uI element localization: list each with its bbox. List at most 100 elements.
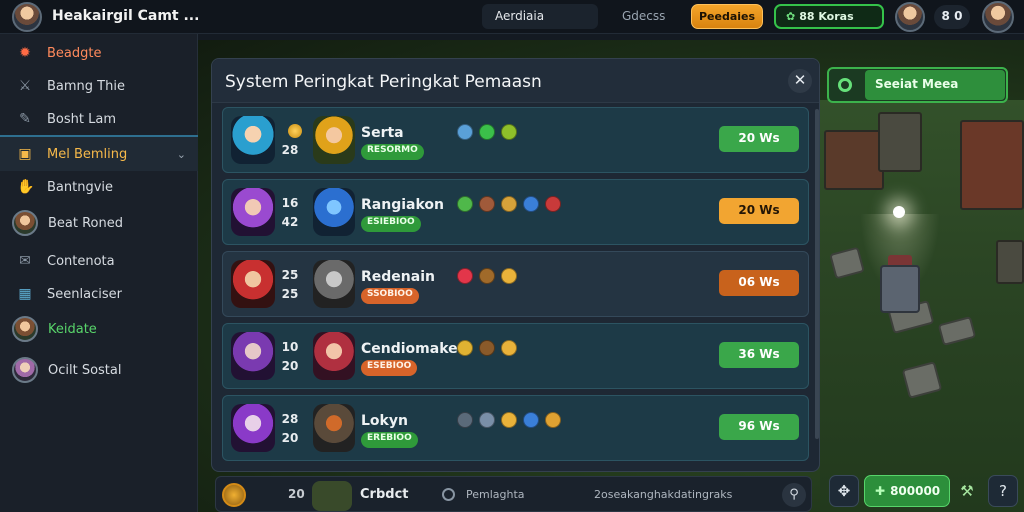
row-name: Cendiomake <box>361 341 458 357</box>
bottom-text: 2oseakanghakdatingraks <box>594 488 733 501</box>
watch-tower[interactable] <box>880 265 920 313</box>
gem-icon <box>479 340 495 356</box>
row-name: Redenain <box>361 269 435 285</box>
player-level: 42 <box>281 215 299 229</box>
hand-icon: ✋ <box>17 179 35 195</box>
player-avatar[interactable] <box>12 2 42 32</box>
coin-icon <box>288 124 302 138</box>
light-orb <box>893 206 905 218</box>
scrollbar[interactable] <box>815 109 819 439</box>
coin-icon <box>222 483 246 507</box>
top-link[interactable]: Gdecss <box>622 9 665 23</box>
sidebar-item-3[interactable]: ▣ Mel Bemling ⌄ <box>0 137 198 171</box>
sidebar-item-label: Bosht Lam <box>47 111 116 127</box>
player-level: 10 <box>281 340 299 354</box>
row-name: Serta <box>361 125 404 141</box>
gem-icon <box>479 124 495 140</box>
search-button[interactable]: Aerdiaia <box>482 4 598 29</box>
ranking-row[interactable]: 10 20 Cendiomake ESEBIOO 36 Ws <box>222 323 809 389</box>
sidebar-item-1[interactable]: ⚔ Bamng Thie <box>0 69 198 103</box>
chest-icon: ▣ <box>18 146 32 162</box>
move-button[interactable]: ✥ <box>829 475 859 507</box>
player-level: 28 <box>281 412 299 426</box>
sidebar-item-6[interactable]: ✉ Contenota <box>0 244 198 278</box>
hero-portrait <box>313 332 355 380</box>
sidebar-item-9[interactable]: Ocilt Sostal <box>0 353 198 387</box>
currency-label: 88 Koras <box>799 10 854 23</box>
sidebar-item-label: Contenota <box>47 253 115 269</box>
gem-icon <box>545 196 561 212</box>
gem-icon <box>479 196 495 212</box>
gem-icon <box>501 196 517 212</box>
sidebar-item-4[interactable]: ✋ Bantngvie <box>0 170 198 204</box>
sidebar-item-5[interactable]: Beat Roned <box>0 206 198 240</box>
close-button[interactable]: ✕ <box>788 69 812 93</box>
bottom-row[interactable]: 20 Crbdct Pemlaghta 2oseakanghakdatingra… <box>215 476 812 512</box>
ranking-row[interactable]: 28 Serta RESORMO 20 Ws <box>222 107 809 173</box>
ranking-row[interactable]: 16 42 Rangiakon ESIEBIOO 20 Ws <box>222 179 809 245</box>
gem-icon <box>501 340 517 356</box>
hero-portrait <box>231 116 275 164</box>
item-icons <box>457 196 561 212</box>
row-action-button[interactable]: 96 Ws <box>719 414 799 440</box>
item-icons <box>457 412 561 428</box>
row-action-button[interactable]: 06 Ws <box>719 270 799 296</box>
profile-avatar[interactable] <box>982 1 1014 33</box>
friend-avatar[interactable] <box>895 2 925 32</box>
currency-button[interactable]: ✿ 88 Koras <box>774 4 884 29</box>
ranking-row[interactable]: 28 20 Lokyn EREBIOO 96 Ws <box>222 395 809 461</box>
status-badge: SSOBIOO <box>361 288 419 304</box>
notification-count[interactable]: 8 0 <box>934 5 970 29</box>
sidebar-item-8[interactable]: Keidate <box>0 312 198 346</box>
row-action-button[interactable]: 20 Ws <box>719 126 799 152</box>
avatar <box>12 357 38 383</box>
money-button[interactable]: ✚ 800000 <box>864 475 950 507</box>
radio-icon[interactable] <box>442 488 455 501</box>
bottom-text: Pemlaghta <box>466 488 525 501</box>
status-badge: ESIEBIOO <box>361 216 421 232</box>
gem-icon <box>457 412 473 428</box>
gem-icon <box>523 412 539 428</box>
row-name: Crbdct <box>360 487 409 502</box>
sidebar-item-label: Beat Roned <box>48 215 124 231</box>
gem-icon <box>457 268 473 284</box>
search-icon[interactable]: ⚲ <box>782 483 806 507</box>
help-button[interactable]: ? <box>988 475 1018 507</box>
ranking-row[interactable]: 25 25 Redenain SSOBIOO 06 Ws <box>222 251 809 317</box>
row-action-button[interactable]: 20 Ws <box>719 198 799 224</box>
top-bar: Heakairgil Camt ... Aerdiaia Gdecss Peed… <box>0 0 1024 34</box>
sidebar-item-label: Bantngvie <box>47 179 114 195</box>
player-level: 16 <box>281 196 299 210</box>
player-level: 25 <box>281 268 299 282</box>
sidebar-item-7[interactable]: ▦ Seenlaciser <box>0 277 198 311</box>
status-badge: ESEBIOO <box>361 360 418 376</box>
money-label: 800000 <box>890 484 941 498</box>
social-toggle[interactable]: Seeiat Meea <box>827 67 1008 103</box>
player-level: 28 <box>281 143 299 157</box>
sidebar-item-0[interactable]: ✹ Beadgte <box>0 36 198 70</box>
tool-icon[interactable]: ⚒ <box>952 475 982 507</box>
plus-icon: ✚ <box>875 484 886 498</box>
gem-icon <box>501 412 517 428</box>
sidebar-item-2[interactable]: ✎ Bosht Lam <box>0 102 198 136</box>
orange-action-button[interactable]: Peedaies <box>691 4 763 29</box>
hero-portrait <box>231 404 275 452</box>
swords-icon: ⚔ <box>18 78 32 94</box>
hero-portrait <box>231 332 275 380</box>
grid-icon: ▦ <box>18 286 32 302</box>
sidebar: ✹ Beadgte ⚔ Bamng Thie ✎ Bosht Lam ▣ Mel Bem… <box>0 34 198 512</box>
panel-header: System Peringkat Peringkat Pemaasn ✕ <box>212 59 819 103</box>
row-name: Lokyn <box>361 413 408 429</box>
gem-icon <box>457 340 473 356</box>
chevron-down-icon: ⌄ <box>176 147 186 161</box>
player-level: 20 <box>281 431 299 445</box>
gem-icon <box>545 412 561 428</box>
gem-icon <box>523 196 539 212</box>
row-action-button[interactable]: 36 Ws <box>719 342 799 368</box>
gem-icon <box>457 196 473 212</box>
hero-portrait <box>312 481 352 511</box>
avatar <box>12 316 38 342</box>
gem-icon <box>479 268 495 284</box>
sidebar-item-label: Mel Bemling <box>47 146 128 162</box>
item-icons <box>457 268 517 284</box>
